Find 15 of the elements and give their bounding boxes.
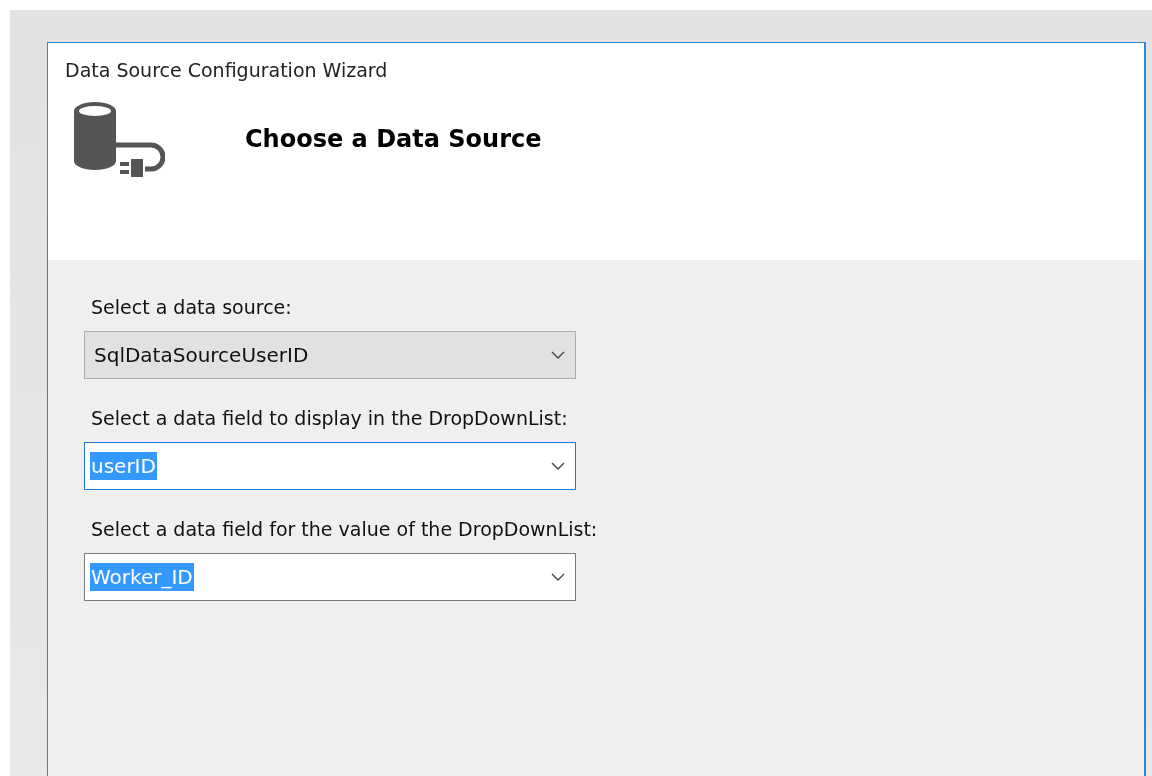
dropdown-field[interactable]: Worker_ID — [84, 553, 576, 601]
chevron-down-icon — [551, 573, 565, 581]
field-label: Select a data field for the value of the DropDownList: — [91, 518, 598, 540]
page-heading: Choose a Data Source — [245, 125, 542, 153]
dropdown-value: SqlDataSourceUserID — [93, 342, 310, 369]
chevron-down-icon — [551, 462, 565, 470]
dropdown-field[interactable]: userID — [84, 442, 576, 490]
field-label: Select a data field to display in the DropDownList: — [91, 407, 568, 429]
chevron-down-icon — [551, 351, 565, 359]
window-title: Data Source Configuration Wizard — [65, 59, 389, 81]
field-label: Select a data source: — [91, 296, 292, 318]
dropdown-value: Worker_ID — [90, 563, 194, 591]
dropdown-field[interactable]: SqlDataSourceUserID — [84, 331, 576, 379]
dropdown-value: userID — [90, 452, 157, 480]
database-plug-icon — [73, 101, 165, 177]
